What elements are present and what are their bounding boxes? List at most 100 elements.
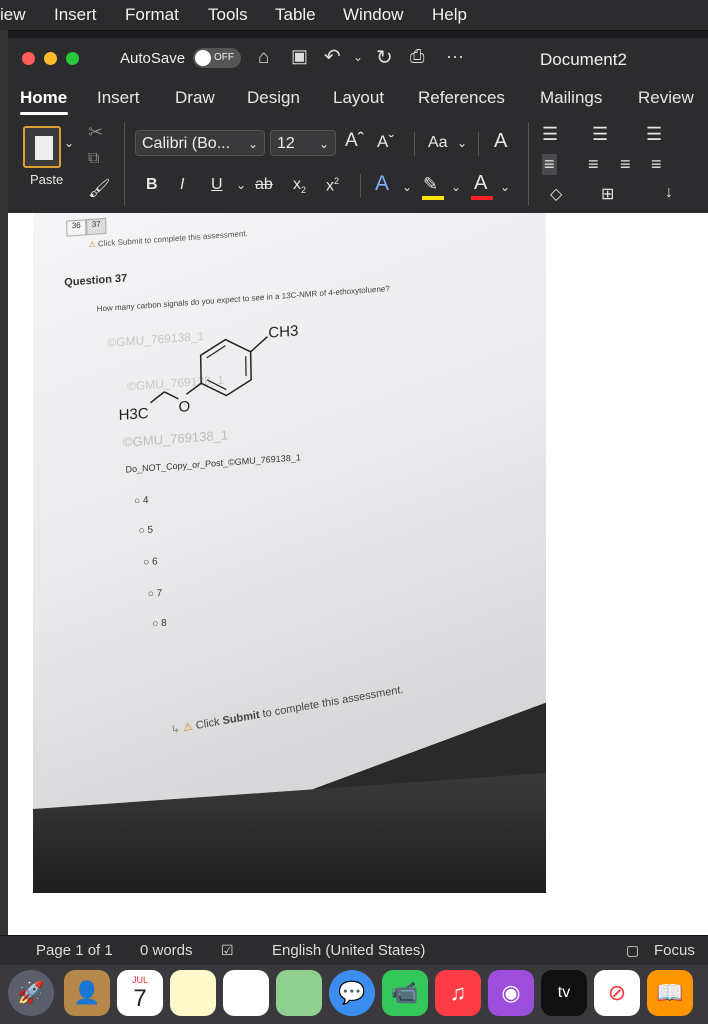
tab-design[interactable]: Design — [247, 88, 300, 108]
align-center-icon[interactable]: ≡ — [588, 154, 599, 175]
radio-icon: ○ — [134, 495, 144, 507]
option-4[interactable]: ○ 4 — [134, 495, 149, 507]
superscript-button[interactable]: x2 — [326, 176, 339, 195]
autosave-toggle[interactable]: OFF — [193, 48, 241, 68]
grow-font-button[interactable]: Aˆ — [345, 130, 364, 152]
paste-icon[interactable] — [23, 126, 61, 168]
tab-home[interactable]: Home — [20, 88, 67, 108]
question-number-37[interactable]: 37 — [86, 217, 107, 236]
tab-mailings[interactable]: Mailings — [540, 88, 602, 108]
option-7-label: 7 — [156, 588, 163, 600]
save-icon[interactable]: ▣ — [291, 46, 308, 67]
shrink-font-button[interactable]: Aˇ — [377, 132, 394, 152]
tab-draw[interactable]: Draw — [175, 88, 215, 108]
more-icon[interactable]: ··· — [446, 46, 464, 67]
minimize-window-button[interactable] — [44, 52, 57, 65]
clear-formatting-icon[interactable]: A — [494, 130, 507, 153]
superscript-label: x — [326, 177, 334, 195]
menu-window[interactable]: Window — [343, 5, 403, 25]
undo-icon[interactable]: ↶ — [324, 44, 341, 69]
option-7[interactable]: ○ 7 — [148, 588, 163, 600]
question-number-36[interactable]: 36 — [66, 219, 87, 237]
font-name-select[interactable]: Calibri (Bo... ⌄ — [135, 130, 265, 156]
chevron-down-icon[interactable]: ⌄ — [402, 180, 412, 194]
multilevel-list-icon[interactable]: ☰ — [646, 124, 662, 145]
highlight-icon[interactable]: ✎ — [423, 174, 438, 195]
font-size-value: 12 — [277, 135, 295, 152]
radio-icon: ○ — [138, 525, 148, 537]
calendar-icon[interactable]: JUL 7 — [117, 970, 163, 1016]
menu-tools[interactable]: Tools — [208, 5, 248, 25]
focus-icon[interactable]: ▢ — [626, 942, 639, 959]
italic-button[interactable]: I — [180, 176, 184, 194]
borders-icon[interactable]: ⊞ — [601, 184, 614, 204]
cut-icon[interactable]: ✂ — [88, 122, 103, 143]
bullets-icon[interactable]: ☰ — [542, 124, 558, 145]
menu-view[interactable]: iew — [0, 5, 26, 25]
text-effects-icon[interactable]: A — [375, 172, 389, 196]
copy-icon[interactable]: ⧉ — [88, 150, 99, 168]
chevron-down-icon[interactable]: ⌄ — [236, 178, 246, 192]
menu-help[interactable]: Help — [432, 5, 467, 25]
change-case-button[interactable]: Aa — [428, 134, 448, 152]
notes-icon[interactable] — [170, 970, 216, 1016]
proofing-icon[interactable]: ☑ — [221, 942, 234, 959]
maps-icon[interactable] — [276, 970, 322, 1016]
align-right-icon[interactable]: ≡ — [620, 154, 631, 175]
chevron-down-icon[interactable]: ⌄ — [451, 180, 461, 194]
subscript-label: x — [293, 176, 301, 193]
tab-layout[interactable]: Layout — [333, 88, 384, 108]
bottom-submit-notice: ↳ ⚠ Click Submit to complete this assess… — [170, 683, 404, 737]
close-window-button[interactable] — [22, 52, 35, 65]
question-title: Question 37 — [64, 272, 128, 289]
font-size-select[interactable]: 12 ⌄ — [270, 130, 336, 156]
tab-insert[interactable]: Insert — [97, 88, 140, 108]
messages-icon[interactable]: 💬 — [329, 970, 375, 1016]
menu-table[interactable]: Table — [275, 5, 316, 25]
option-5-label: 5 — [147, 524, 154, 537]
align-left-icon[interactable]: ≡ — [542, 154, 557, 175]
undo-dropdown-icon[interactable]: ⌄ — [353, 50, 363, 64]
option-6[interactable]: ○ 6 — [143, 556, 158, 568]
focus-label[interactable]: Focus — [654, 942, 695, 959]
language-label[interactable]: English (United States) — [272, 942, 425, 959]
word-count[interactable]: 0 words — [140, 942, 193, 959]
shading-icon[interactable]: ◇ — [550, 184, 562, 204]
autosave-label: AutoSave — [120, 50, 186, 67]
launchpad-icon[interactable]: 🚀 — [8, 970, 54, 1016]
option-8[interactable]: ○ 8 — [152, 618, 167, 630]
bold-button[interactable]: B — [146, 176, 158, 194]
menu-format[interactable]: Format — [125, 5, 179, 25]
contacts-icon[interactable]: 👤 — [64, 970, 110, 1016]
sort-icon[interactable]: ↓ — [665, 184, 673, 202]
format-painter-icon[interactable]: 🖌 — [88, 178, 111, 199]
underline-button[interactable]: U — [211, 176, 223, 194]
reminders-icon[interactable] — [223, 970, 269, 1016]
option-5[interactable]: ○ 5 — [139, 525, 154, 537]
zoom-window-button[interactable] — [66, 52, 79, 65]
print-icon[interactable]: ⎙ — [410, 46, 424, 67]
numbering-icon[interactable]: ☰ — [592, 124, 608, 145]
font-color-icon[interactable]: A — [474, 172, 487, 195]
facetime-icon[interactable]: 📹 — [382, 970, 428, 1016]
page-count[interactable]: Page 1 of 1 — [36, 942, 113, 959]
books-icon[interactable]: 📖 — [647, 970, 693, 1016]
menu-insert[interactable]: Insert — [54, 5, 97, 25]
copy-notice: Do_NOT_Copy_or_Post_©GMU_769138_1 — [125, 452, 301, 475]
tab-review[interactable]: Review — [638, 88, 694, 108]
home-icon[interactable]: ⌂ — [258, 47, 269, 69]
chevron-down-icon[interactable]: ⌄ — [457, 136, 467, 150]
tab-references[interactable]: References — [418, 88, 505, 108]
paste-dropdown-icon[interactable]: ⌄ — [64, 136, 74, 150]
chevron-down-icon[interactable]: ⌄ — [500, 180, 510, 194]
subscript-button[interactable]: x2 — [293, 176, 306, 195]
strikethrough-button[interactable]: ab — [255, 176, 273, 194]
apple-tv-icon[interactable]: tv — [541, 970, 587, 1016]
redo-icon[interactable]: ↻ — [376, 45, 393, 70]
oxygen-label: O — [178, 398, 191, 416]
word-window: AutoSave OFF ⌂ ▣ ↶ ⌄ ↻ ⎙ ··· Document2 H… — [8, 38, 708, 935]
news-icon[interactable]: ⊘ — [594, 970, 640, 1016]
music-icon[interactable]: ♫ — [435, 970, 481, 1016]
justify-icon[interactable]: ≡ — [651, 154, 662, 175]
podcasts-icon[interactable]: ◉ — [488, 970, 534, 1016]
